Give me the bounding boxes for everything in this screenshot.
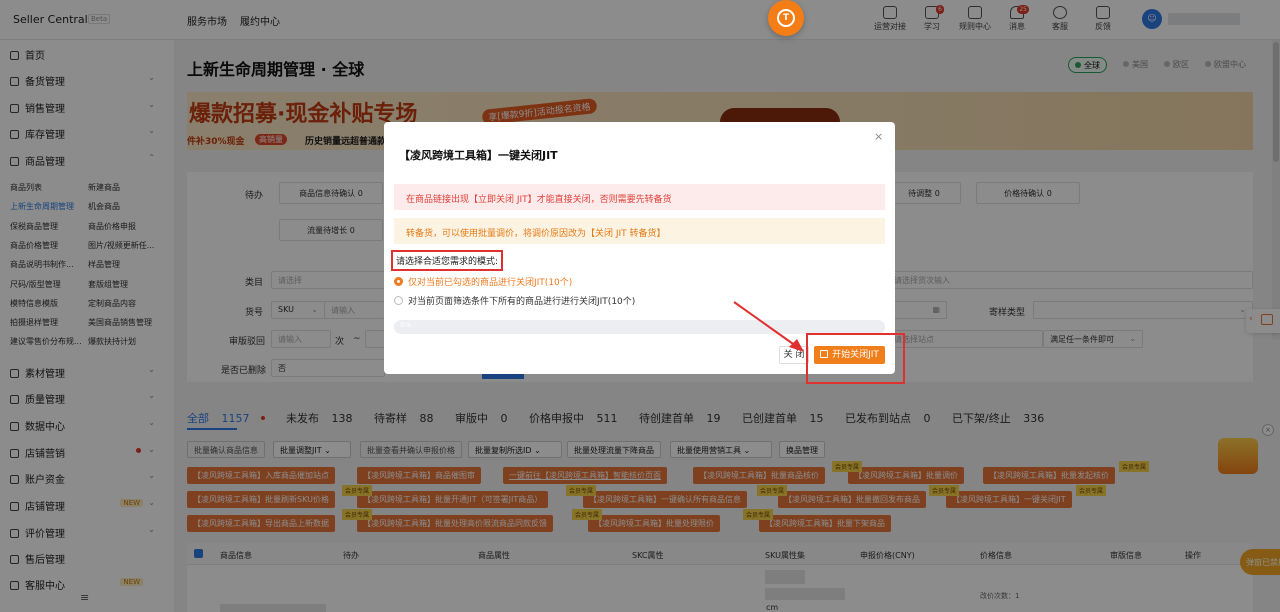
mode-label: 请选择合适您需求的模式: — [391, 250, 504, 271]
start-button-highlight — [806, 333, 905, 384]
progress-text: 0% — [400, 321, 412, 329]
close-icon[interactable]: × — [874, 130, 883, 143]
toolbox-logo-icon: T — [777, 9, 795, 27]
warning-alert: 转备货，可以使用批量调价，将调价原因改为【关闭 JIT 转备货】 — [394, 218, 885, 244]
radio-icon — [394, 296, 403, 305]
toolbox-fab-button[interactable]: T — [768, 0, 804, 36]
option-selected-items[interactable]: 仅对当前已勾选的商品进行关闭JIT(10个) — [394, 275, 572, 288]
error-alert: 在商品链接出现【立即关闭 JIT】才能直接关闭，否则需要先转备货 — [394, 184, 885, 210]
pointer-arrow-icon — [733, 301, 804, 352]
modal-title: 【凌风跨境工具箱】一键关闭JIT — [399, 149, 558, 162]
option-all-filtered[interactable]: 对当前页面筛选条件下所有的商品进行进行关闭JIT(10个) — [394, 294, 635, 307]
radio-icon — [394, 277, 403, 286]
